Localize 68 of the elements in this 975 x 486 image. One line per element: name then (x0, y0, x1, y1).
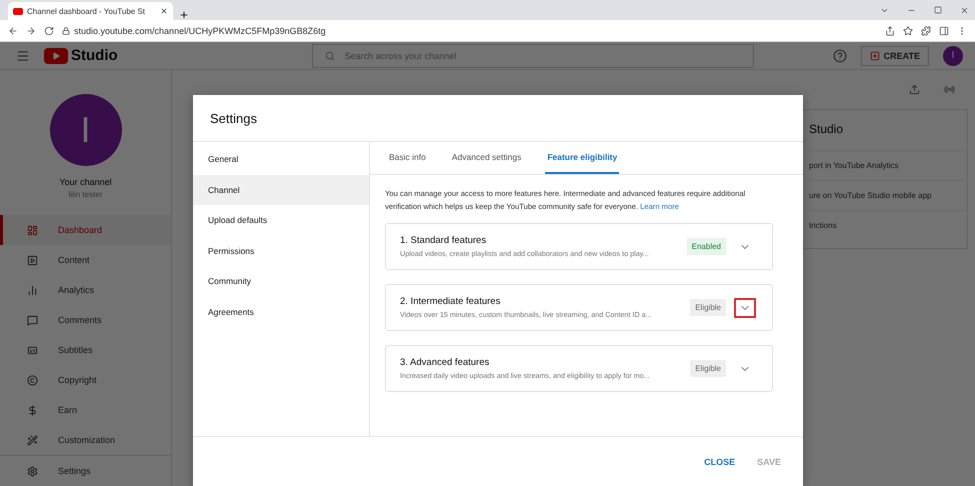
lock-icon (62, 26, 70, 34)
tab[interactable]: Advanced settings (450, 142, 524, 174)
sidebar-item[interactable]: Dashboard (0, 215, 171, 245)
card-item[interactable]: ure on YouTube Studio mobile app (809, 180, 967, 210)
new-tab-icon[interactable] (179, 10, 189, 20)
card-item[interactable]: trictions (809, 210, 967, 240)
settings-icon (27, 466, 38, 476)
broadcast-icon[interactable] (944, 84, 955, 95)
channel-avatar: I (50, 94, 122, 166)
settings-nav-item[interactable]: Channel (193, 174, 369, 205)
address-bar[interactable]: studio.youtube.com/channel/UCHyPKWMzC5FMp39nGB8Z6tg (74, 26, 326, 36)
sidebar-item[interactable]: Settings (0, 456, 171, 486)
sidebar-item[interactable]: Analytics (0, 275, 171, 305)
search-icon (324, 50, 335, 60)
sidebar-item[interactable]: Comments (0, 305, 171, 335)
dialog-title: Settings (193, 95, 803, 142)
browser-tab[interactable]: Channel dashboard - YouTube St (8, 2, 173, 20)
sidebar-item[interactable]: Copyright (0, 365, 171, 395)
tab[interactable]: Basic info (387, 142, 428, 174)
panel-icon[interactable] (939, 26, 949, 36)
close-icon[interactable] (960, 6, 969, 14)
channel-name: lilin tester (68, 190, 102, 199)
logo-text: Studio (71, 47, 118, 64)
card-title: Studio (809, 121, 844, 138)
reload-icon[interactable] (44, 26, 54, 36)
feature-title: 1. Standard features (400, 235, 488, 246)
sidebar-item[interactable]: Content (0, 245, 171, 275)
sidebar-item[interactable]: Customization (0, 425, 171, 455)
settings-nav-item[interactable]: Permissions (193, 236, 369, 266)
sidebar-item[interactable]: Subtitles (0, 335, 171, 365)
channel-title: Your channel (59, 177, 112, 187)
subtitles-icon (27, 344, 38, 356)
forward-icon[interactable] (26, 26, 36, 36)
puzzle-icon[interactable] (921, 26, 931, 36)
settings-nav-item[interactable]: Upload defaults (193, 205, 369, 236)
wand-icon (27, 434, 38, 446)
share-icon[interactable] (885, 26, 895, 36)
avatar[interactable]: I (943, 46, 963, 66)
card-item[interactable]: port in YouTube Analytics (809, 150, 967, 180)
copyright-icon (27, 374, 38, 386)
youtube-logo-icon (13, 8, 23, 14)
menu-icon[interactable] (16, 48, 30, 62)
status-badge: Eligible (690, 360, 726, 377)
help-icon[interactable] (832, 48, 847, 62)
dashboard-icon (27, 224, 38, 236)
comment-icon (27, 314, 38, 326)
feature-title: 2. Intermediate features (400, 296, 502, 307)
feature-title: 3. Advanced features (400, 357, 490, 368)
star-icon[interactable] (903, 26, 913, 36)
chart-icon (27, 284, 38, 296)
maximize-icon[interactable] (934, 6, 942, 14)
plus-icon (870, 50, 880, 60)
settings-nav-item[interactable]: Community (193, 266, 369, 296)
create-button[interactable]: CREATE (860, 46, 929, 66)
status-badge: Eligible (690, 299, 726, 316)
upload-icon[interactable] (909, 84, 920, 95)
youtube-logo-icon (44, 48, 68, 64)
close-button[interactable]: CLOSE (702, 452, 738, 470)
back-icon[interactable] (8, 26, 18, 36)
tab[interactable]: Feature eligibility (545, 142, 620, 174)
dollar-icon (27, 404, 38, 416)
video-icon (27, 254, 38, 266)
close-icon[interactable] (160, 7, 168, 15)
settings-nav-item[interactable]: General (193, 144, 369, 174)
settings-nav-item[interactable]: Agreements (193, 296, 369, 327)
sidebar-item[interactable]: Earn (0, 395, 171, 425)
status-badge: Enabled (686, 238, 726, 255)
expand-button[interactable] (734, 298, 756, 318)
